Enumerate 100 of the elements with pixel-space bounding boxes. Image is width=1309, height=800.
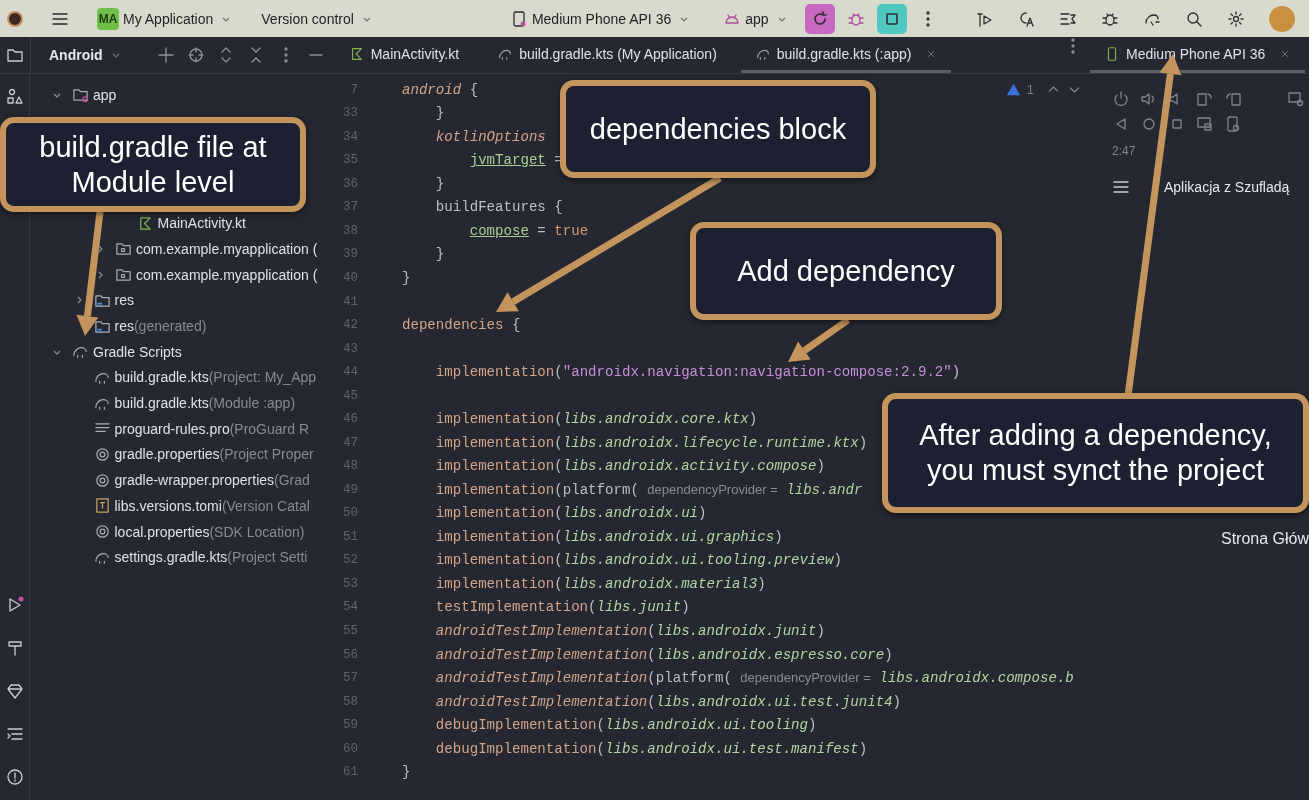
menu-icon[interactable] <box>1112 178 1130 196</box>
tree-item[interactable]: res(generated) <box>114 318 207 335</box>
code-line: implementation(libs.androidx.core.ktx) <box>434 411 758 428</box>
line-number: 52 <box>342 553 358 568</box>
tree-item[interactable]: build.gradle.kts(Module :app) <box>114 395 296 412</box>
crosshair-icon[interactable] <box>186 46 205 64</box>
tree-item[interactable]: com.example.myapplication ( <box>136 266 318 283</box>
code-line: dependencies { <box>402 317 521 334</box>
search-icon[interactable] <box>1184 9 1203 28</box>
tree-item[interactable]: local.properties(SDK Location) <box>114 523 305 540</box>
code-line: android { <box>402 81 479 98</box>
line-number: 49 <box>342 482 358 497</box>
folder-icon <box>115 240 132 258</box>
tree-item[interactable]: proguard-rules.pro(ProGuard R <box>114 420 310 437</box>
project-badge: MA <box>97 7 119 30</box>
callout: build.gradle file at Module level <box>0 117 306 212</box>
tree-item[interactable]: MainActivity.kt <box>157 215 246 232</box>
line-number: 45 <box>342 388 358 403</box>
line-number: 50 <box>342 506 358 521</box>
version-control-menu[interactable]: Version control <box>257 10 376 27</box>
tree-item[interactable]: gradle-wrapper.properties(Grad <box>114 472 310 489</box>
editor-tab[interactable]: build.gradle.kts (:app) <box>740 37 952 73</box>
tree-item[interactable]: settings.gradle.kts(Project Setti <box>114 549 308 566</box>
line-number: 46 <box>342 412 358 427</box>
line-number: 59 <box>342 718 358 733</box>
code-line: implementation(platform( dependencyProvider = libs.andr <box>434 481 863 498</box>
phone-icon[interactable] <box>1224 114 1242 133</box>
line-number: 40 <box>342 271 358 285</box>
line-number: 61 <box>342 765 358 780</box>
editor-tab[interactable]: build.gradle.kts (My Application) <box>483 37 731 73</box>
line-number: 57 <box>342 671 358 686</box>
code-line: androidTestImplementation(libs.androidx.junit) <box>434 623 825 639</box>
line-number: 53 <box>342 576 358 591</box>
code-line: implementation("androidx.navigation:navigation-compose:2.9.2") <box>434 364 961 381</box>
project-view-selector[interactable]: Android <box>48 47 121 63</box>
shapes-icon[interactable] <box>5 88 24 106</box>
hammer-icon[interactable] <box>5 639 24 657</box>
code-line: androidTestImplementation(platform( dependencyProvider = libs.androidx.compose.b <box>434 670 1074 687</box>
list-icon[interactable] <box>5 725 24 743</box>
screen-search-icon[interactable] <box>1287 89 1305 108</box>
project-selector[interactable]: My Application <box>119 10 236 27</box>
code-line: androidTestImplementation(libs.androidx.espresso.core) <box>434 646 893 663</box>
line-number: 55 <box>342 624 358 638</box>
arrow <box>788 317 850 362</box>
tree-item[interactable]: build.gradle.kts(Project: My_App <box>114 369 317 386</box>
tree-item[interactable]: Gradle Scripts <box>93 343 182 360</box>
add-icon[interactable] <box>156 46 175 64</box>
device-selector[interactable]: Medium Phone API 36 <box>527 10 694 27</box>
rerun-button[interactable] <box>804 3 835 34</box>
line-number: 56 <box>342 647 358 662</box>
line-number: 35 <box>342 153 358 168</box>
alert-icon[interactable] <box>5 768 24 786</box>
code-line: } <box>434 175 445 192</box>
line-number: 39 <box>342 247 358 262</box>
code-line: } <box>402 764 411 781</box>
tree-item[interactable]: libs.versions.tomi(Version Catal <box>114 497 310 514</box>
line-number: 60 <box>342 741 358 756</box>
code-line: } <box>434 246 445 263</box>
tree-item[interactable]: res <box>114 292 134 309</box>
app-title: Aplikacja z Szufladą <box>1164 179 1290 195</box>
code-line: compose = true <box>468 222 589 239</box>
line-number: 51 <box>342 529 358 544</box>
code-line: implementation(libs.androidx.activity.compose) <box>434 458 825 475</box>
warning-icon[interactable] <box>1005 82 1021 97</box>
settings-icon[interactable] <box>1226 9 1245 28</box>
code-line: implementation(libs.androidx.ui.graphics) <box>434 528 783 545</box>
app-logo-icon[interactable] <box>7 10 23 27</box>
line-number: 48 <box>342 459 358 474</box>
code-line: implementation(libs.androidx.lifecycle.runtime.ktx) <box>434 434 868 451</box>
warning-count: 1 <box>1026 82 1034 97</box>
line-number: 44 <box>342 365 358 380</box>
code-line: implementation(libs.androidx.ui.tooling.preview) <box>434 552 842 569</box>
line-number: 34 <box>342 129 358 144</box>
power-icon[interactable] <box>1112 89 1130 108</box>
drawer-item[interactable]: Strona Głów <box>1220 530 1309 548</box>
line-number: 42 <box>342 318 358 333</box>
callout: Add dependency <box>690 222 1002 320</box>
code-line: } <box>402 270 411 286</box>
screenshot-icon[interactable] <box>1196 114 1214 133</box>
line-number: 38 <box>342 223 358 238</box>
status-time: 2:47 <box>1112 144 1137 158</box>
code-line: implementation(libs.androidx.ui) <box>434 505 707 522</box>
code-line: buildFeatures { <box>434 199 563 216</box>
code-line: androidTestImplementation(libs.androidx.ui.test.junit4) <box>434 693 902 710</box>
callout: After adding a dependency, you must synct the project <box>882 393 1309 513</box>
stop-button[interactable] <box>876 3 907 34</box>
tree-item[interactable]: com.example.myapplication ( <box>136 240 318 257</box>
tree-item[interactable]: app <box>93 86 117 103</box>
line-number: 7 <box>349 82 358 97</box>
line-number: 37 <box>342 200 358 215</box>
editor-tab[interactable]: MainActivity.kt <box>334 37 474 73</box>
code-line: testImplementation(libs.junit) <box>434 599 690 616</box>
line-number: 47 <box>342 435 358 450</box>
folder-icon[interactable] <box>6 46 24 64</box>
gem-icon[interactable] <box>5 682 24 700</box>
folder-icon <box>115 266 132 284</box>
tree-item[interactable]: gradle.properties(Project Proper <box>114 446 314 463</box>
gear-icon <box>93 445 111 463</box>
run-config-selector[interactable]: app <box>741 10 791 27</box>
line-number: 36 <box>342 176 358 191</box>
